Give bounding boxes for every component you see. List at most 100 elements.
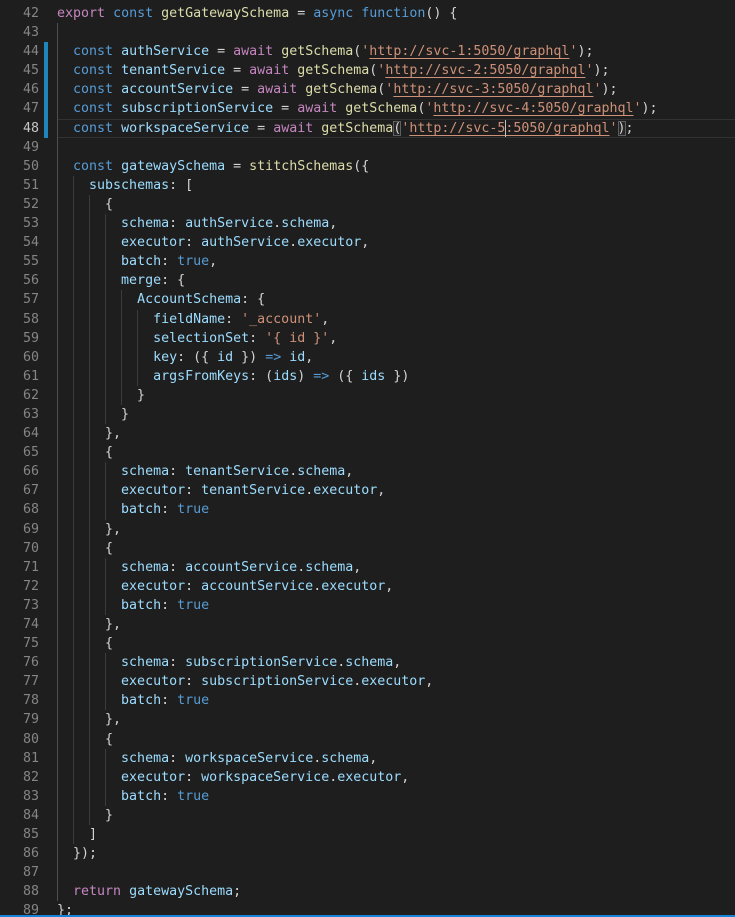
line-number[interactable]: 88 xyxy=(23,882,39,901)
line-number[interactable]: 67 xyxy=(23,481,39,500)
line-number[interactable]: 43 xyxy=(23,23,39,42)
gutter[interactable]: 73 xyxy=(0,596,57,615)
code-line[interactable]: 73 batch: true xyxy=(0,596,735,615)
code-line[interactable]: 84 } xyxy=(0,806,735,825)
line-number[interactable]: 63 xyxy=(23,405,39,424)
code-line[interactable]: 55 batch: true, xyxy=(0,252,735,271)
line-number[interactable]: 55 xyxy=(23,252,39,271)
line-number[interactable]: 68 xyxy=(23,500,39,519)
gutter[interactable]: 84 xyxy=(0,806,57,825)
line-number[interactable]: 66 xyxy=(23,462,39,481)
line-number[interactable]: 74 xyxy=(23,615,39,634)
code-line[interactable]: 86 }); xyxy=(0,844,735,863)
line-number[interactable]: 73 xyxy=(23,596,39,615)
code-line[interactable]: 80 { xyxy=(0,730,735,749)
gutter[interactable]: 65 xyxy=(0,443,57,462)
code-line[interactable]: 81 schema: workspaceService.schema, xyxy=(0,749,735,768)
code-line[interactable]: 60 key: ({ id }) => id, xyxy=(0,348,735,367)
url-link-token[interactable]: http://svc-5 xyxy=(409,121,505,136)
gutter[interactable]: 52 xyxy=(0,195,57,214)
gutter[interactable]: 63 xyxy=(0,405,57,424)
gutter[interactable]: 43 xyxy=(0,23,57,42)
gutter[interactable]: 55 xyxy=(0,252,57,271)
line-number[interactable]: 79 xyxy=(23,710,39,729)
gutter[interactable]: 69 xyxy=(0,520,57,539)
code-line[interactable]: 85 ] xyxy=(0,825,735,844)
code-line[interactable]: 51 subschemas: [ xyxy=(0,176,735,195)
gutter[interactable]: 61 xyxy=(0,367,57,386)
code-line[interactable]: 61 argsFromKeys: (ids) => ({ ids }) xyxy=(0,367,735,386)
line-number[interactable]: 44 xyxy=(23,42,39,61)
code-line[interactable]: 82 executor: workspaceService.executor, xyxy=(0,768,735,787)
line-number[interactable]: 52 xyxy=(23,195,39,214)
gutter[interactable]: 75 xyxy=(0,634,57,653)
code-line[interactable]: 76 schema: subscriptionService.schema, xyxy=(0,653,735,672)
code-line[interactable]: 59 selectionSet: '{ id }', xyxy=(0,329,735,348)
line-number[interactable]: 70 xyxy=(23,539,39,558)
gutter[interactable]: 57 xyxy=(0,290,57,309)
gutter[interactable]: 78 xyxy=(0,691,57,710)
url-link-token[interactable]: http://svc-4:5050/graphql xyxy=(433,101,633,116)
line-number[interactable]: 62 xyxy=(23,386,39,405)
line-number[interactable]: 84 xyxy=(23,806,39,825)
code-line[interactable]: 88 return gatewaySchema; xyxy=(0,882,735,901)
code-line[interactable]: 75 { xyxy=(0,634,735,653)
code-line[interactable]: 70 { xyxy=(0,539,735,558)
line-number[interactable]: 48 xyxy=(23,119,39,138)
line-number[interactable]: 47 xyxy=(23,99,39,118)
line-number[interactable]: 81 xyxy=(23,749,39,768)
line-number[interactable]: 57 xyxy=(23,290,39,309)
code-line[interactable]: 43 xyxy=(0,23,735,42)
code-line[interactable]: 54 executor: authService.executor, xyxy=(0,233,735,252)
gutter[interactable]: 47 xyxy=(0,99,57,118)
code-line[interactable]: 77 executor: subscriptionService.executo… xyxy=(0,672,735,691)
code-line[interactable]: 42export const getGatewaySchema = async … xyxy=(0,4,735,23)
git-modified-indicator[interactable] xyxy=(44,119,48,138)
code-line[interactable]: 52 { xyxy=(0,195,735,214)
code-line[interactable]: 62 } xyxy=(0,386,735,405)
gutter[interactable]: 71 xyxy=(0,558,57,577)
gutter[interactable]: 82 xyxy=(0,768,57,787)
gutter[interactable]: 68 xyxy=(0,500,57,519)
gutter[interactable]: 42 xyxy=(0,4,57,23)
line-number[interactable]: 83 xyxy=(23,787,39,806)
code-line[interactable]: 69 }, xyxy=(0,520,735,539)
line-number[interactable]: 76 xyxy=(23,653,39,672)
gutter[interactable]: 79 xyxy=(0,710,57,729)
line-number[interactable]: 72 xyxy=(23,577,39,596)
gutter[interactable]: 88 xyxy=(0,882,57,901)
code-line[interactable]: 74 }, xyxy=(0,615,735,634)
line-number[interactable]: 64 xyxy=(23,424,39,443)
line-number[interactable]: 53 xyxy=(23,214,39,233)
gutter[interactable]: 80 xyxy=(0,730,57,749)
code-line[interactable]: 67 executor: tenantService.executor, xyxy=(0,481,735,500)
gutter[interactable]: 81 xyxy=(0,749,57,768)
line-number[interactable]: 86 xyxy=(23,844,39,863)
gutter[interactable]: 74 xyxy=(0,615,57,634)
code-line[interactable]: 72 executor: accountService.executor, xyxy=(0,577,735,596)
gutter[interactable]: 86 xyxy=(0,844,57,863)
line-number[interactable]: 58 xyxy=(23,310,39,329)
gutter[interactable]: 45 xyxy=(0,61,57,80)
gutter[interactable]: 67 xyxy=(0,481,57,500)
code-line[interactable]: 71 schema: accountService.schema, xyxy=(0,558,735,577)
line-number[interactable]: 71 xyxy=(23,558,39,577)
gutter[interactable]: 83 xyxy=(0,787,57,806)
gutter[interactable]: 51 xyxy=(0,176,57,195)
line-number[interactable]: 87 xyxy=(23,863,39,882)
gutter[interactable]: 50 xyxy=(0,157,57,176)
line-number[interactable]: 69 xyxy=(23,520,39,539)
line-number[interactable]: 61 xyxy=(23,367,39,386)
code-line[interactable]: 48 const workspaceService = await getSch… xyxy=(0,119,735,138)
line-number[interactable]: 54 xyxy=(23,233,39,252)
line-number[interactable]: 59 xyxy=(23,329,39,348)
code-line[interactable]: 45 const tenantService = await getSchema… xyxy=(0,61,735,80)
line-number[interactable]: 45 xyxy=(23,61,39,80)
gutter[interactable]: 64 xyxy=(0,424,57,443)
git-modified-indicator[interactable] xyxy=(44,61,48,80)
line-number[interactable]: 85 xyxy=(23,825,39,844)
code-line[interactable]: 78 batch: true xyxy=(0,691,735,710)
gutter[interactable]: 58 xyxy=(0,310,57,329)
code-line[interactable]: 65 { xyxy=(0,443,735,462)
git-modified-indicator[interactable] xyxy=(44,42,48,61)
